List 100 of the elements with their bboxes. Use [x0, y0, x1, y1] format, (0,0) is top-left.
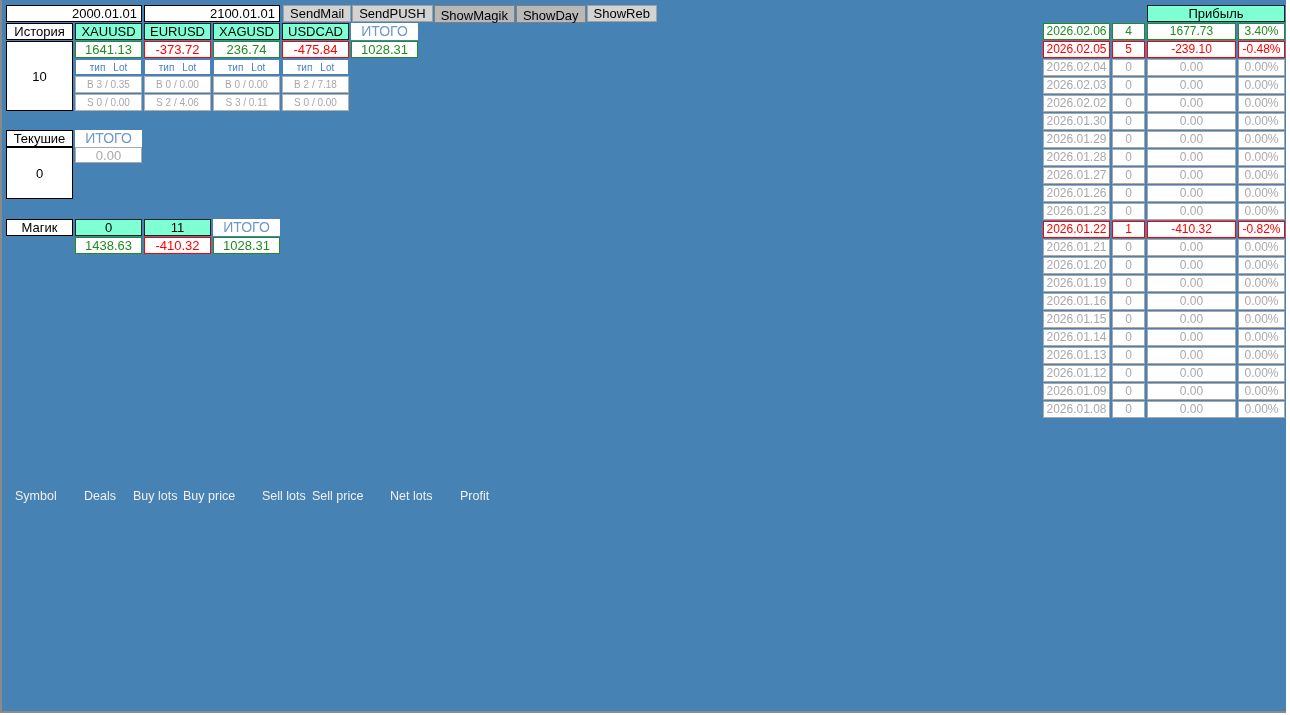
percent-cell: 0.00%	[1238, 167, 1285, 184]
percent-cell: 0.00%	[1238, 203, 1285, 220]
deals-cell: 0	[1112, 59, 1145, 76]
deals-cell: 0	[1112, 347, 1145, 364]
profit-cell: 0.00	[1147, 401, 1236, 418]
profit-cell: 1677.73	[1147, 23, 1236, 40]
percent-cell: 0.00%	[1238, 275, 1285, 292]
profit-cell: -410.32	[1147, 221, 1236, 238]
date-cell: 2026.01.14	[1043, 329, 1110, 346]
lot-label: Lot	[251, 61, 266, 74]
percent-cell: 0.00%	[1238, 95, 1285, 112]
section-title: История	[6, 23, 73, 40]
percent-cell: 0.00%	[1238, 311, 1285, 328]
type-label: тип	[89, 61, 106, 74]
buy-summary: B 3 / 0.35	[75, 76, 142, 93]
deals-cell: 0	[1112, 329, 1145, 346]
profit-cell: 0.00	[1147, 203, 1236, 220]
date-to-field[interactable]: 2100.01.01	[144, 5, 280, 22]
date-cell: 2026.01.23	[1043, 203, 1110, 220]
profit-value: 1438.63	[75, 237, 142, 254]
profit-value: 236.74	[213, 41, 280, 58]
magic-header: 11	[144, 219, 211, 236]
deals-cell: 0	[1112, 257, 1145, 274]
profit-cell: 0.00	[1147, 113, 1236, 130]
date-cell: 2026.01.29	[1043, 131, 1110, 148]
date-cell: 2026.01.13	[1043, 347, 1110, 364]
date-cell: 2026.01.20	[1043, 257, 1110, 274]
date-cell: 2026.02.02	[1043, 95, 1110, 112]
total-label: ИТОГО	[75, 130, 142, 147]
profit-cell: 0.00	[1147, 167, 1236, 184]
date-cell: 2026.02.05	[1043, 41, 1110, 58]
percent-cell: -0.48%	[1238, 41, 1285, 58]
lot-label: Lot	[113, 61, 128, 74]
type-label: тип	[227, 61, 244, 74]
date-cell: 2026.01.19	[1043, 275, 1110, 292]
date-cell: 2026.02.06	[1043, 23, 1110, 40]
deals-cell: 0	[1112, 95, 1145, 112]
percent-cell: 0.00%	[1238, 401, 1285, 418]
profit-cell: 0.00	[1147, 257, 1236, 274]
buy-summary: B 2 / 7.18	[282, 76, 349, 93]
symbol-header: USDCAD	[282, 23, 349, 40]
date-cell: 2026.01.16	[1043, 293, 1110, 310]
date-cell: 2026.01.26	[1043, 185, 1110, 202]
toolbar-button[interactable]: SendMail	[283, 5, 352, 22]
column-header: Symbol	[15, 489, 58, 503]
sell-summary: S 0 / 0.00	[75, 94, 142, 111]
column-header: Deals	[84, 489, 117, 503]
date-cell: 2026.02.03	[1043, 77, 1110, 94]
toolbar-button[interactable]: ShowDay	[515, 5, 586, 23]
deals-cell: 0	[1112, 185, 1145, 202]
deals-cell: 1	[1112, 221, 1145, 238]
date-cell: 2026.01.27	[1043, 167, 1110, 184]
column-header: Buy lots	[133, 489, 179, 503]
deals-cell: 0	[1112, 203, 1145, 220]
date-cell: 2026.01.30	[1043, 113, 1110, 130]
percent-cell: 0.00%	[1238, 77, 1285, 94]
date-cell: 2026.01.22	[1043, 221, 1110, 238]
total-profit-value: 1028.31	[213, 237, 280, 254]
column-header: Sell lots	[262, 489, 307, 503]
date-cell: 2026.01.21	[1043, 239, 1110, 256]
toolbar-button[interactable]: ShowReb	[586, 5, 657, 22]
deals-cell: 0	[1112, 293, 1145, 310]
toolbar-button[interactable]: ShowMagik	[433, 5, 515, 23]
profit-cell: 0.00	[1147, 95, 1236, 112]
profit-cell: 0.00	[1147, 239, 1236, 256]
deals-cell: 4	[1112, 23, 1145, 40]
symbol-header: EURUSD	[144, 23, 211, 40]
profit-value: 1641.13	[75, 41, 142, 58]
lot-label: Lot	[320, 61, 335, 74]
sell-summary: S 2 / 4.06	[144, 94, 211, 111]
type-label: тип	[158, 61, 175, 74]
total-profit-value: 0.00	[75, 147, 142, 163]
profit-cell: 0.00	[1147, 149, 1236, 166]
deals-cell: 0	[1112, 275, 1145, 292]
deals-cell: 0	[1112, 365, 1145, 382]
deals-cell: 0	[1112, 311, 1145, 328]
column-header: Buy price	[183, 489, 237, 503]
date-from-field[interactable]: 2000.01.01	[6, 5, 142, 22]
percent-cell: 0.00%	[1238, 131, 1285, 148]
profit-cell: 0.00	[1147, 275, 1236, 292]
percent-cell: 0.00%	[1238, 59, 1285, 76]
profit-cell: 0.00	[1147, 329, 1236, 346]
profit-value: -410.32	[144, 237, 211, 254]
deals-cell: 0	[1112, 77, 1145, 94]
lot-label: Lot	[182, 61, 197, 74]
profit-cell: 0.00	[1147, 365, 1236, 382]
total-label: ИТОГО	[213, 219, 280, 236]
deals-cell: 0	[1112, 383, 1145, 400]
profit-cell: 0.00	[1147, 293, 1236, 310]
profit-cell: 0.00	[1147, 185, 1236, 202]
profit-value: -475.84	[282, 41, 349, 58]
profit-cell: 0.00	[1147, 77, 1236, 94]
buy-summary: B 0 / 0.00	[213, 76, 280, 93]
profit-cell: 0.00	[1147, 311, 1236, 328]
deals-cell: 0	[1112, 401, 1145, 418]
buy-summary: B 0 / 0.00	[144, 76, 211, 93]
deals-cell: 0	[1112, 131, 1145, 148]
deals-cell: 0	[1112, 149, 1145, 166]
toolbar-button[interactable]: SendPUSH	[352, 5, 433, 22]
date-cell: 2026.02.04	[1043, 59, 1110, 76]
